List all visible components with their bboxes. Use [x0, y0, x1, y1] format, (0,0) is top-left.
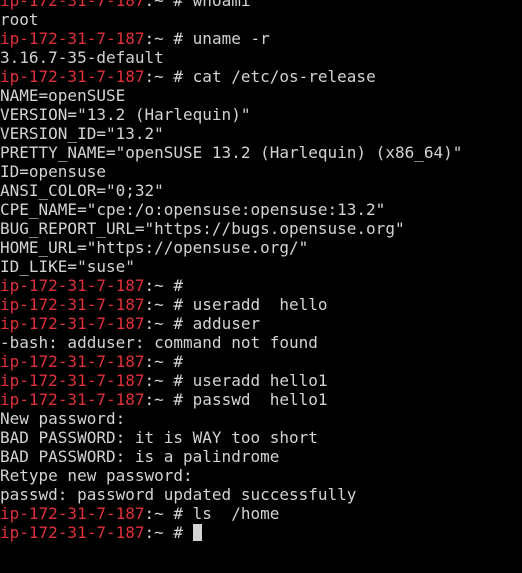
prompt-path: :~: [144, 523, 164, 542]
output-line: PRETTY_NAME="openSUSE 13.2 (Harlequin) (…: [0, 143, 522, 162]
output-text: ANSI_COLOR="0;32": [0, 181, 164, 200]
output-line: root: [0, 10, 522, 29]
output-line: Retype new password:: [0, 466, 522, 485]
prompt-line: ip-172-31-7-187:~ # cat /etc/os-release: [0, 67, 522, 86]
terminal-cursor[interactable]: [192, 524, 202, 541]
command-text: adduser: [192, 314, 261, 333]
output-text: Retype new password:: [0, 466, 193, 485]
prompt-symbol: #: [163, 67, 193, 86]
output-line: passwd: password updated successfully: [0, 485, 522, 504]
output-line: CPE_NAME="cpe:/o:opensuse:opensuse:13.2": [0, 200, 522, 219]
output-line: New password:: [0, 409, 522, 428]
prompt-hostname: ip-172-31-7-187: [0, 504, 145, 523]
prompt-symbol: #: [163, 504, 193, 523]
prompt-hostname: ip-172-31-7-187: [0, 523, 145, 542]
prompt-symbol: #: [163, 0, 193, 10]
output-line: HOME_URL="https://opensuse.org/": [0, 238, 522, 257]
terminal-output[interactable]: ip-172-31-7-187:~ # whoami root ip-172-31-…: [0, 0, 522, 542]
output-text: 3.16.7-35-default: [0, 48, 164, 67]
prompt-hostname: ip-172-31-7-187: [0, 276, 145, 295]
command-text: whoami: [192, 0, 251, 10]
prompt-line: ip-172-31-7-187:~ #: [0, 523, 522, 542]
prompt-path: :~: [144, 29, 164, 48]
prompt-hostname: ip-172-31-7-187: [0, 390, 145, 409]
prompt-symbol: #: [163, 276, 193, 295]
prompt-hostname: ip-172-31-7-187: [0, 67, 145, 86]
prompt-hostname: ip-172-31-7-187: [0, 371, 145, 390]
output-text: root: [0, 10, 39, 29]
prompt-symbol: #: [163, 371, 193, 390]
command-text: cat /etc/os-release: [192, 67, 376, 86]
prompt-line: ip-172-31-7-187:~ # useradd hello: [0, 295, 522, 314]
output-line: 3.16.7-35-default: [0, 48, 522, 67]
output-line: VERSION_ID="13.2": [0, 124, 522, 143]
command-text: useradd hello: [192, 295, 328, 314]
output-line: BAD PASSWORD: it is WAY too short: [0, 428, 522, 447]
prompt-hostname: ip-172-31-7-187: [0, 29, 145, 48]
prompt-path: :~: [144, 314, 164, 333]
prompt-line: ip-172-31-7-187:~ # useradd hello1: [0, 371, 522, 390]
output-text: PRETTY_NAME="openSUSE 13.2 (Harlequin) (…: [0, 143, 463, 162]
prompt-line: ip-172-31-7-187:~ # uname -r: [0, 29, 522, 48]
output-text: BAD PASSWORD: is a palindrome: [0, 447, 280, 466]
prompt-line: ip-172-31-7-187:~ # adduser: [0, 314, 522, 333]
output-line: ID=opensuse: [0, 162, 522, 181]
prompt-line: ip-172-31-7-187:~ # whoami: [0, 0, 522, 10]
command-text: passwd hello1: [192, 390, 328, 409]
prompt-symbol: #: [163, 390, 193, 409]
prompt-symbol: #: [163, 314, 193, 333]
output-text: BUG_REPORT_URL="https://bugs.opensuse.or…: [0, 219, 405, 238]
prompt-hostname: ip-172-31-7-187: [0, 0, 145, 10]
prompt-symbol: #: [163, 29, 193, 48]
prompt-path: :~: [144, 504, 164, 523]
prompt-symbol: #: [163, 352, 193, 371]
output-text: VERSION="13.2 (Harlequin)": [0, 105, 251, 124]
prompt-path: :~: [144, 276, 164, 295]
output-text: passwd: password updated successfully: [0, 485, 357, 504]
output-text: ID=opensuse: [0, 162, 106, 181]
output-text: VERSION_ID="13.2": [0, 124, 164, 143]
output-text: CPE_NAME="cpe:/o:opensuse:opensuse:13.2": [0, 200, 386, 219]
command-text: useradd hello1: [192, 371, 328, 390]
prompt-path: :~: [144, 371, 164, 390]
output-line: ANSI_COLOR="0;32": [0, 181, 522, 200]
prompt-hostname: ip-172-31-7-187: [0, 295, 145, 314]
output-line: NAME=openSUSE: [0, 86, 522, 105]
output-line: BUG_REPORT_URL="https://bugs.opensuse.or…: [0, 219, 522, 238]
output-text: HOME_URL="https://opensuse.org/": [0, 238, 309, 257]
prompt-hostname: ip-172-31-7-187: [0, 314, 145, 333]
prompt-path: :~: [144, 390, 164, 409]
prompt-line: ip-172-31-7-187:~ # passwd hello1: [0, 390, 522, 409]
command-text: uname -r: [192, 29, 270, 48]
prompt-path: :~: [144, 352, 164, 371]
prompt-path: :~: [144, 295, 164, 314]
output-text: New password:: [0, 409, 126, 428]
prompt-symbol: #: [163, 523, 193, 542]
prompt-path: :~: [144, 0, 164, 10]
prompt-path: :~: [144, 67, 164, 86]
output-text: -bash: adduser: command not found: [0, 333, 318, 352]
output-line: ID_LIKE="suse": [0, 257, 522, 276]
output-text: BAD PASSWORD: it is WAY too short: [0, 428, 318, 447]
prompt-hostname: ip-172-31-7-187: [0, 352, 145, 371]
prompt-symbol: #: [163, 295, 193, 314]
output-line: -bash: adduser: command not found: [0, 333, 522, 352]
output-line: VERSION="13.2 (Harlequin)": [0, 105, 522, 124]
output-line: BAD PASSWORD: is a palindrome: [0, 447, 522, 466]
command-text: ls /home: [192, 504, 280, 523]
output-text: ID_LIKE="suse": [0, 257, 135, 276]
prompt-line: ip-172-31-7-187:~ #: [0, 352, 522, 371]
prompt-line: ip-172-31-7-187:~ #: [0, 276, 522, 295]
prompt-line: ip-172-31-7-187:~ # ls /home: [0, 504, 522, 523]
output-text: NAME=openSUSE: [0, 86, 126, 105]
